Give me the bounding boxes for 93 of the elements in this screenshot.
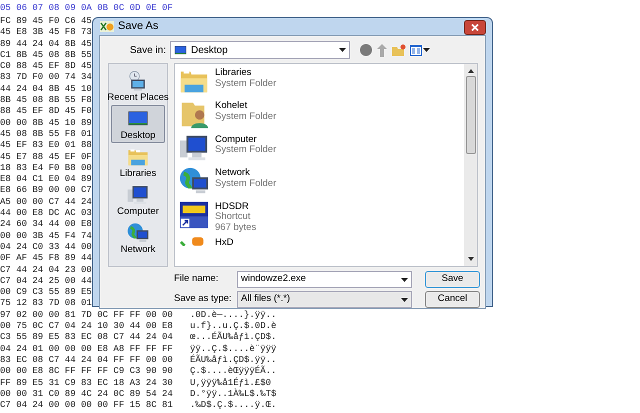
desktop-icon [174,44,187,56]
hex-bytes: C0 88 45 EF 8D 45 [0,61,92,72]
ascii-text: ÿÿ..Ç.$....è¨ÿÿÿ [190,344,278,354]
place-item[interactable]: Desktop [111,105,165,143]
caret-icon [339,48,346,52]
file-name: Network [215,168,251,179]
hex-bytes: 24 60 34 44 00 E8 [0,219,92,231]
hex-bytes: 8B 45 08 8B 55 F8 [0,95,92,106]
hex-bytes: 44 24 04 8B 45 10 [0,84,92,96]
field-label: File name: [174,272,220,286]
hex-bytes: 00 00 3B 45 F4 74 [0,230,92,242]
place-item[interactable]: Network [111,219,165,257]
shortcut-icon [179,200,209,230]
place-item[interactable]: Libraries [111,143,165,181]
file-name: HDSDR [215,202,250,212]
hex-bytes: C3 55 89 E5 83 EC 08 C7 44 24 04 [0,332,173,344]
file-detail: System Folder [215,178,276,190]
hex-bytes: E8 66 B9 00 00 C7 [0,185,92,197]
hex-bytes: 45 E7 88 45 EF 0F [0,152,92,163]
hex-bytes: 45 E8 3B 45 F8 73 [0,27,92,39]
computer-icon [127,184,149,206]
hex-bytes: 00 00 8B 45 10 89 [0,118,92,129]
file-type-dropdown[interactable]: All files (*.*) [237,291,412,308]
file-item[interactable]: Network System Folder [179,166,464,197]
view-menu-button[interactable] [410,44,430,56]
file-name: Computer [215,134,258,145]
globe-computer-icon [127,222,149,244]
save-in-label: Save in: [128,44,167,58]
file-detail: System Folder [215,145,276,156]
scroll-thumb[interactable] [466,76,476,154]
window-title: Save As [118,19,158,34]
hex-bytes: FC 89 45 F0 C6 45 [0,16,92,28]
column-header: 05 06 07 08 09 0A 0B 0C 0D 0E 0F [0,3,174,15]
file-detail: 967 bytes [215,222,256,234]
ascii-text: Ç.$....èŒÿÿÿÉÃ.. [190,366,278,378]
file-item[interactable]: HDSDR Shortcut 967 bytes [179,200,464,233]
hex-bytes: FF 89 E5 31 C9 83 EC 18 A3 24 30 [0,378,173,389]
new-folder-icon[interactable] [392,44,406,56]
caret-icon [401,278,408,282]
hex-bytes: 0F AF 45 F8 89 44 [0,253,92,265]
hex-bytes: 18 83 E4 F0 B8 00 [0,162,92,174]
caret-icon [401,298,408,302]
hex-bytes: 00 00 31 C0 89 4C 24 0C 89 54 24 [0,388,173,400]
file-name-field[interactable]: windowze2.exe [237,271,412,288]
view-grid-icon [410,44,422,56]
hex-bytes: 75 12 83 7D 08 01 [0,298,92,310]
hex-bytes: 04 24 01 00 00 00 E8 A8 FF FF FF [0,344,173,355]
file-detail: Shortcut [215,212,252,223]
ascii-text: .0D.è—....}.ÿÿ.. [190,310,278,322]
file-detail: System Folder [215,112,276,122]
hex-bytes: 45 EF 83 E0 01 88 [0,140,92,152]
ascii-text: œ...ÉÃU‰åƒì.ÇD$. [190,332,278,344]
hex-bytes: 97 02 00 00 81 7D 0C FF FF 00 00 [0,310,173,322]
ascii-text: u.f}..u.Ç.$.0D.è [190,321,278,332]
hex-bytes: 04 24 C0 33 44 00 [0,242,92,254]
ascii-text: .‰D$.Ç.$....ÿ.Œ. [190,400,278,412]
hex-bytes: E8 04 C1 E0 04 89 [0,174,92,186]
hex-bytes: 89 44 24 04 8B 45 [0,38,92,50]
hex-bytes: 88 45 EF 8D 45 F0 [0,106,92,118]
ascii-text: U‚ÿÿÿ‰å1Éƒì.£$0 [190,378,272,388]
hex-bytes: C7 04 24 00 00 00 00 FF 15 8C 81 [0,400,173,412]
file-item[interactable]: HxD [179,236,464,266]
close-button[interactable] [464,20,486,35]
file-item[interactable]: Libraries System Folder [179,66,464,96]
hex-bytes: 00 75 0C C7 04 24 10 30 44 00 E8 [0,321,173,332]
ascii-text: D.°ÿÿ..1À‰L$.‰T$ [190,388,278,400]
hex-bytes: 00 00 E8 8C FF FF FF C9 C3 90 90 [0,366,173,378]
hex-bytes: 44 00 E8 DC AC 03 [0,208,92,220]
hex-bytes: 00 C9 C3 55 89 E5 [0,287,92,298]
up-folder-icon[interactable] [376,44,388,56]
hex-bytes: 83 EC 08 C7 44 24 04 FF FF 00 00 [0,354,173,366]
dialog-button[interactable]: Save [425,271,480,288]
hex-bytes: C7 04 24 25 00 44 [0,276,92,288]
ascii-text: ÉÃU‰åƒì.ÇD$.ÿÿ.. [190,354,278,366]
app-logo-icon [100,21,114,32]
back-button[interactable] [360,44,372,56]
dialog-button[interactable]: Cancel [425,291,480,308]
hex-bytes: C7 44 24 04 23 00 [0,264,92,276]
file-name: Libraries [215,68,252,78]
place-item[interactable]: Computer [111,181,165,219]
caret-icon [423,48,430,52]
file-name: Kohelet [215,101,248,112]
close-icon [471,24,479,31]
hex-bytes: A5 00 00 C7 44 24 [0,196,92,208]
location-dropdown[interactable]: Desktop [170,41,350,59]
hex-bytes: 45 08 8B 55 F8 01 [0,128,92,140]
file-item[interactable]: Kohelet System Folder [179,99,464,130]
field-label: Save as type: [174,292,233,306]
hex-bytes: 83 7D F0 00 74 34 [0,72,92,84]
file-item[interactable]: Computer System Folder [179,132,464,164]
hex-bytes: C1 8B 45 08 8B 55 [0,50,92,62]
file-name: HxD [215,238,234,248]
file-detail: System Folder [215,78,276,89]
